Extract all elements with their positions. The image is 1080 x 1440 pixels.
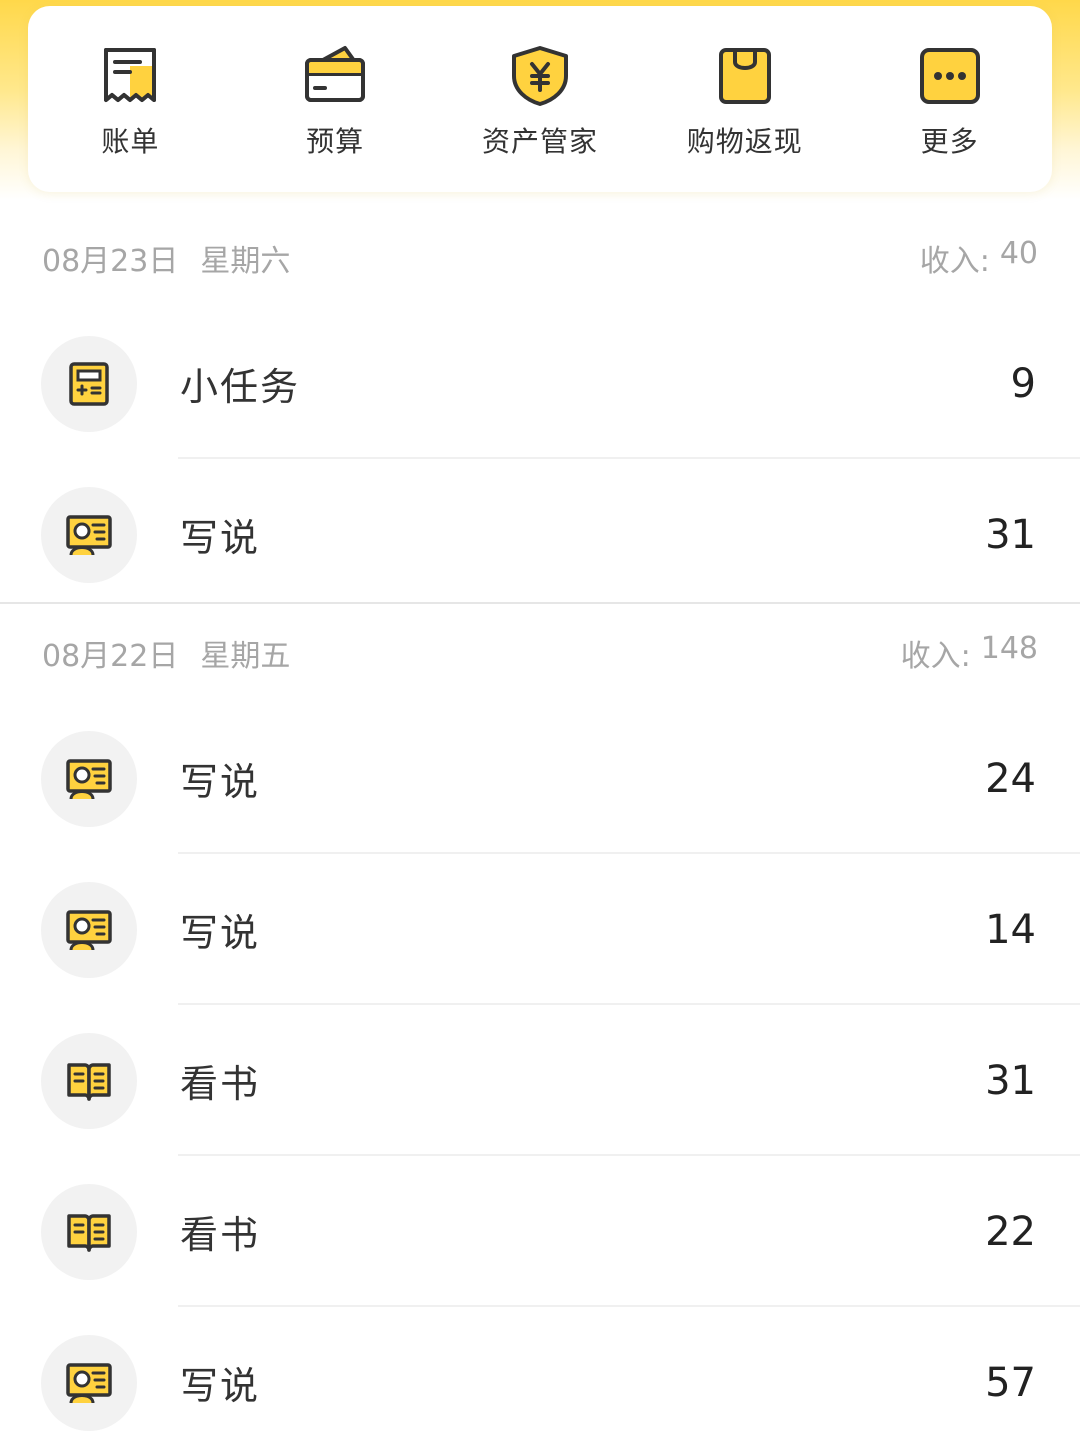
quick-item-label: 购物返现 [686,125,803,158]
quick-item-more[interactable]: 更多 [855,6,1045,160]
day-section: 08月23日 星期六 收入: 40 小任务 9 写说 31 [0,208,1080,610]
income-label: 收入: [919,244,990,279]
date-text: 08月22日 [42,639,179,674]
day-header: 08月22日 星期五 收入: 148 [0,603,1080,703]
item-title: 看书 [180,1062,261,1106]
item-value: 57 [985,1359,1036,1406]
item-title: 写说 [180,1364,261,1408]
calculator-icon [69,361,109,406]
item-value: 31 [985,1057,1036,1104]
quick-item-cashback[interactable]: 购物返现 [650,6,840,160]
quick-item-label: 账单 [101,125,160,158]
list-item[interactable]: 写说 14 [0,854,1080,1005]
presentation-icon [66,758,112,799]
income-value: 148 [980,631,1038,666]
day-income: 收入: 148 [901,631,1038,675]
day-date: 08月22日 星期五 [42,631,312,675]
item-title: 写说 [180,760,261,804]
category-icon-circle [41,881,137,978]
book-icon [67,1062,111,1101]
category-icon-circle [41,1334,137,1431]
quick-item-label: 预算 [306,125,365,158]
list-item[interactable]: 小任务 9 [0,308,1080,459]
item-value: 24 [985,755,1036,802]
list-item[interactable]: 写说 24 [0,703,1080,854]
bill-icon [104,48,157,102]
item-title: 写说 [180,516,261,560]
category-icon-circle [41,1032,137,1129]
date-text: 08月23日 [42,244,179,279]
shield-yen-icon [511,46,568,106]
list-item[interactable]: 看书 22 [0,1156,1080,1307]
item-value: 14 [985,906,1036,953]
presentation-icon [66,909,112,950]
shopping-bag-icon [718,48,771,104]
day-date: 08月23日 星期六 [42,236,312,280]
presentation-icon [66,514,112,555]
category-icon-circle [41,1183,137,1280]
list-item[interactable]: 看书 31 [0,1005,1080,1156]
quick-item-label: 更多 [920,125,979,158]
day-section: 08月22日 星期五 收入: 148 写说 24 写说 14 看书 31 看书 … [0,603,1080,1440]
presentation-icon [66,1362,112,1403]
book-icon [67,1213,111,1252]
list-item[interactable]: 写说 31 [0,459,1080,610]
item-value: 31 [985,511,1036,558]
more-icon [919,48,980,104]
weekday-text: 星期六 [200,244,291,279]
item-title: 小任务 [180,365,301,409]
list-item[interactable]: 写说 57 [0,1307,1080,1440]
item-title: 看书 [180,1213,261,1257]
day-income: 收入: 40 [920,236,1038,280]
income-value: 40 [999,236,1038,271]
category-icon-circle [41,486,137,583]
weekday-text: 星期五 [200,639,291,674]
income-label: 收入: [900,639,971,674]
quick-menu-card: 账单 预算 资产管家 购物返现 更多 [28,6,1052,192]
item-value: 9 [1010,360,1036,407]
quick-item-bill[interactable]: 账单 [35,6,225,160]
category-icon-circle [41,730,137,827]
wallet-icon [305,46,366,102]
quick-item-budget[interactable]: 预算 [240,6,430,160]
day-header: 08月23日 星期六 收入: 40 [0,208,1080,308]
quick-item-label: 资产管家 [481,125,598,158]
item-value: 22 [985,1208,1036,1255]
quick-item-assets[interactable]: 资产管家 [445,6,635,160]
item-title: 写说 [180,911,261,955]
category-icon-circle [41,335,137,432]
